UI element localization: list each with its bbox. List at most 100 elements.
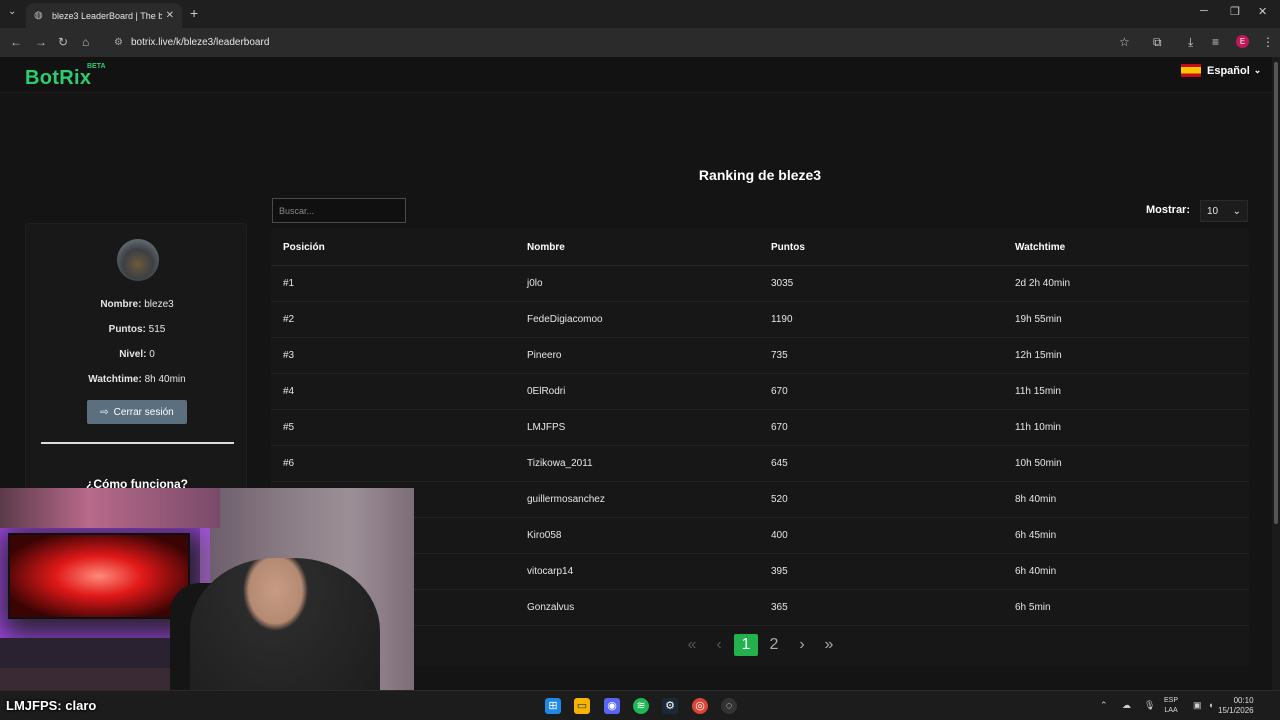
row-points: 3035: [771, 278, 794, 289]
onedrive-icon[interactable]: ☁: [1122, 700, 1131, 711]
discord-icon[interactable]: ◉: [604, 698, 620, 714]
row-name: Gonzalvus: [527, 602, 575, 613]
page-2-button[interactable]: 2: [762, 634, 786, 656]
row-points: 670: [771, 386, 788, 397]
profile-avatar-icon[interactable]: E: [1236, 35, 1249, 48]
home-icon[interactable]: ⌂: [82, 35, 89, 49]
row-watchtime: 8h 40min: [1015, 494, 1057, 505]
page-1-button[interactable]: 1: [734, 634, 758, 656]
language-indicator[interactable]: ESP LAA: [1164, 696, 1178, 716]
close-window-icon[interactable]: ✕: [1258, 5, 1267, 18]
scrollbar-thumb[interactable]: [1274, 62, 1278, 524]
row-watchtime: 19h 55min: [1015, 314, 1062, 325]
browser-tab[interactable]: ◍ bleze3 LeaderBoard | The best c ✕: [26, 3, 182, 28]
sign-out-icon: ⇨: [100, 406, 109, 418]
spain-flag-icon: [1181, 64, 1201, 77]
url-text: botrix.live/k/bleze3/leaderboard: [130, 36, 270, 48]
obs-icon[interactable]: ◌: [721, 698, 737, 714]
profile-name: Nombre: bleze3: [100, 299, 174, 310]
botrix-logo[interactable]: BotRix: [25, 67, 91, 90]
search-input[interactable]: [272, 198, 406, 223]
windows-start-icon[interactable]: ⊞: [545, 698, 561, 714]
minimize-icon[interactable]: ─: [1200, 5, 1208, 17]
extensions-icon[interactable]: ⧉: [1153, 35, 1162, 50]
clock[interactable]: 00:10 15/1/2026: [1218, 696, 1254, 716]
next-page-button[interactable]: ›: [790, 634, 814, 656]
address-bar[interactable]: ⚙ botrix.live/k/bleze3/leaderboard: [104, 31, 1144, 53]
column-header[interactable]: Nombre: [527, 242, 565, 253]
row-watchtime: 6h 40min: [1015, 566, 1057, 577]
row-points: 1190: [771, 314, 793, 325]
language-selector[interactable]: Español ⌄: [1181, 64, 1261, 77]
page-size-value: 10: [1207, 205, 1219, 217]
new-tab-icon[interactable]: +: [190, 5, 198, 21]
microphone-icon[interactable]: 🎙: [1144, 700, 1155, 711]
reload-icon[interactable]: ↻: [58, 35, 68, 49]
menu-icon[interactable]: ⋮: [1262, 35, 1274, 49]
row-name: Kiro058: [527, 530, 562, 541]
column-header[interactable]: Puntos: [771, 242, 805, 253]
tab-title: bleze3 LeaderBoard | The best c: [52, 10, 162, 21]
profile-level: Nivel: 0: [119, 349, 155, 360]
webcam-screen: [8, 533, 190, 619]
steam-icon[interactable]: ⚙: [662, 698, 678, 714]
row-points: 520: [771, 494, 788, 505]
browser-tabstrip: ⌄ ◍ bleze3 LeaderBoard | The best c ✕ + …: [0, 0, 1280, 28]
row-name: LMJFPS: [527, 422, 566, 433]
logout-button[interactable]: ⇨ Cerrar sesión: [87, 400, 187, 424]
column-header[interactable]: Watchtime: [1015, 242, 1065, 253]
restore-icon[interactable]: ❐: [1230, 5, 1240, 18]
downloads-icon[interactable]: ⤓: [1188, 35, 1193, 50]
tab-search-icon[interactable]: ⌄: [8, 6, 16, 17]
webcam-shelf: [0, 488, 220, 528]
table-row: Kiro058 400 6h 45min: [271, 518, 1249, 554]
row-name: vitocarp14: [527, 566, 574, 577]
file-explorer-icon[interactable]: ▭: [574, 698, 590, 714]
site-info-icon[interactable]: ⚙: [114, 37, 123, 48]
page-size-select[interactable]: 10 ⌄: [1200, 200, 1248, 222]
media-icon[interactable]: ≡: [1212, 35, 1219, 49]
spotify-icon[interactable]: ≋: [633, 698, 649, 714]
table-row: #5 LMJFPS 670 11h 10min: [271, 410, 1249, 446]
column-header[interactable]: Posición: [283, 242, 325, 253]
logout-label: Cerrar sesión: [113, 406, 174, 418]
row-position: #1: [283, 278, 295, 289]
row-points: 645: [771, 458, 788, 469]
row-points: 365: [771, 602, 788, 613]
close-tab-icon[interactable]: ✕: [166, 10, 174, 21]
row-name: Tizikowa_2011: [527, 458, 593, 469]
browser-toolbar: ← → ↻ ⌂ ⚙ botrix.live/k/bleze3/leaderboa…: [0, 28, 1280, 57]
table-row: #1 j0lo 3035 2d 2h 40min: [271, 266, 1249, 302]
row-position: #6: [283, 458, 295, 469]
row-position: #5: [283, 422, 295, 433]
row-name: j0lo: [527, 278, 543, 289]
site-header: BotRix BETA Español ⌄: [0, 57, 1272, 93]
row-points: 395: [771, 566, 788, 577]
windows-taskbar: ⊞ ▭ ◉ ≋ ⚙ ◎ ◌ ⌃ ☁ 🎙 ESP LAA ▣ ◖ 00:10 15…: [0, 690, 1280, 720]
forward-icon[interactable]: →: [35, 35, 47, 49]
row-name: guillermosanchez: [527, 494, 605, 505]
first-page-button[interactable]: «: [680, 634, 704, 656]
table-row: #2 FedeDigiacomoo 1190 19h 55min: [271, 302, 1249, 338]
row-watchtime: 6h 5min: [1015, 602, 1051, 613]
bookmark-star-icon[interactable]: ☆: [1119, 35, 1130, 49]
prev-page-button[interactable]: ‹: [707, 634, 731, 656]
language-label: Español: [1207, 64, 1250, 77]
table-row: #6 Tizikowa_2011 645 10h 50min: [271, 446, 1249, 482]
volume-icon[interactable]: ◖: [1208, 700, 1213, 710]
back-icon[interactable]: ←: [10, 35, 22, 49]
chat-text: claro: [65, 698, 97, 713]
last-page-button[interactable]: »: [817, 634, 841, 656]
table-row: vitocarp14 395 6h 40min: [271, 554, 1249, 590]
chrome-icon[interactable]: ◎: [692, 698, 708, 714]
page-title: Ranking de bleze3: [698, 167, 822, 183]
network-icon[interactable]: ▣: [1193, 700, 1202, 711]
tray-chevron-icon[interactable]: ⌃: [1100, 700, 1108, 711]
profile-points: Puntos: 515: [108, 324, 166, 335]
row-points: 670: [771, 422, 788, 433]
row-watchtime: 11h 15min: [1015, 386, 1061, 397]
table-row: #3 Pineero 735 12h 15min: [271, 338, 1249, 374]
table-row: #4 0ElRodri 670 11h 15min: [271, 374, 1249, 410]
beta-badge: BETA: [87, 63, 106, 70]
chevron-down-icon: ⌄: [1232, 205, 1241, 217]
